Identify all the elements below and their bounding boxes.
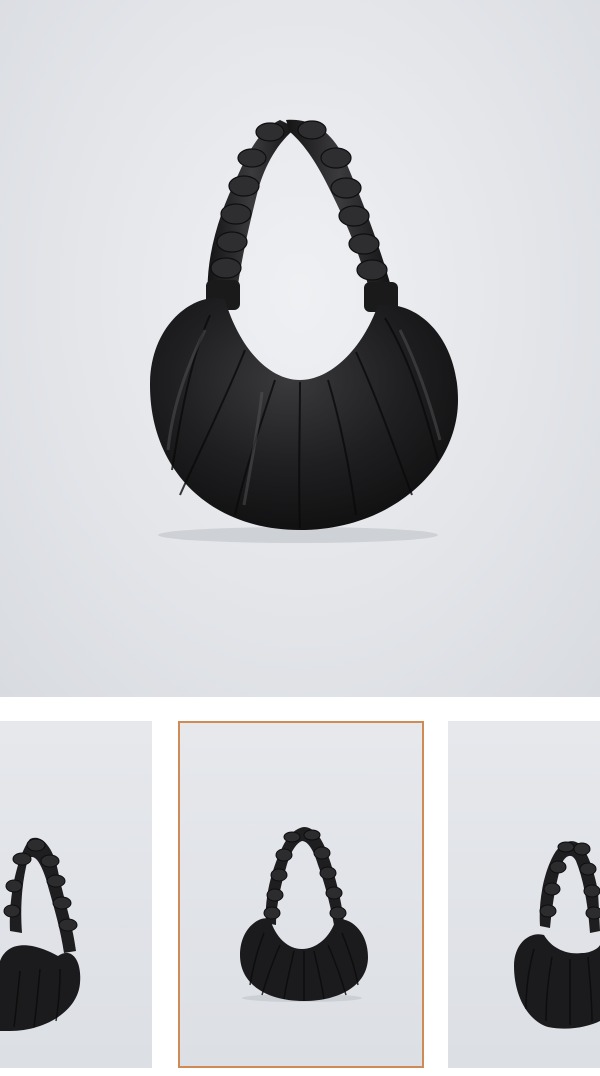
thumbnail-bag-angle-left[interactable] <box>0 721 152 1068</box>
bag-angle-right-photo <box>514 841 600 1029</box>
bag-front-photo <box>240 827 368 1002</box>
thumbnail-bag-front[interactable] <box>178 721 424 1068</box>
bag-angle-left-photo <box>0 837 81 1031</box>
bag-main-photo <box>150 119 458 543</box>
thumbnail-strip <box>0 697 600 1076</box>
main-product-image <box>0 0 600 697</box>
thumbnail-bag-angle-right[interactable] <box>448 721 600 1068</box>
